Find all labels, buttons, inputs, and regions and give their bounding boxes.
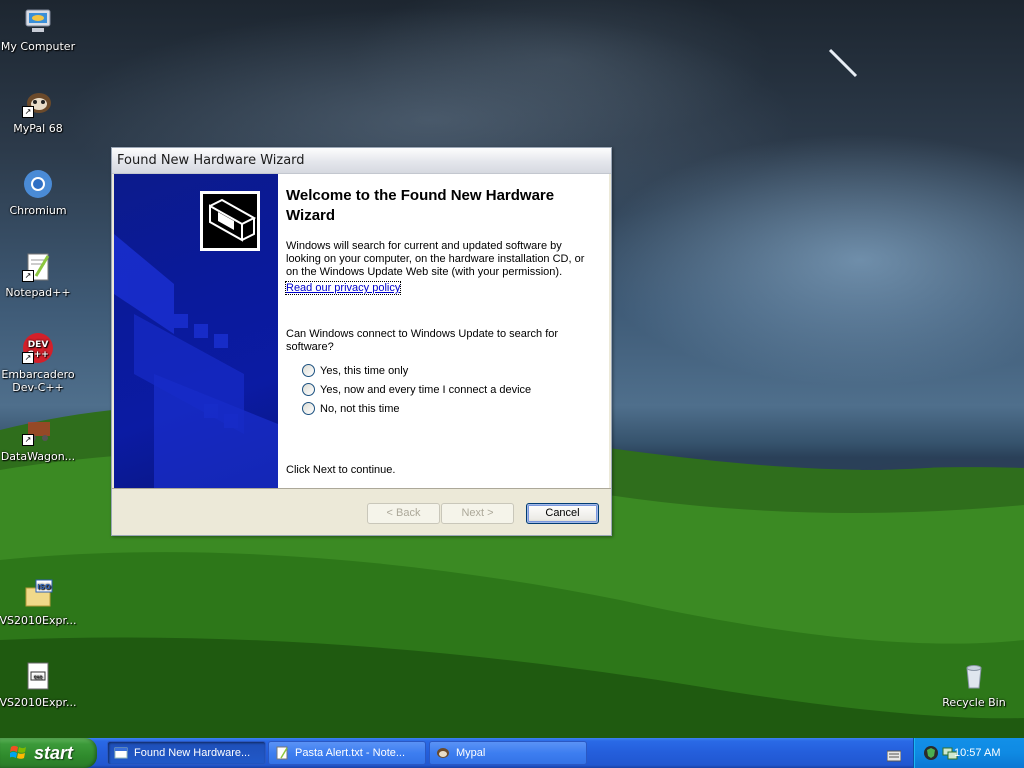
desktop-icon-my-computer[interactable]: My Computer (0, 4, 78, 53)
datawagon-icon: ↗ (22, 414, 54, 446)
radio-button[interactable] (302, 382, 315, 396)
wizard-banner-art (114, 191, 278, 488)
shortcut-arrow-icon: ↗ (22, 352, 34, 364)
notepad-plus-plus-icon: ↗ (22, 250, 54, 282)
shortcut-arrow-icon: ↗ (22, 270, 34, 282)
desktop-icon-dev-cpp[interactable]: DEV C++ ↗ Embarcadero Dev-C++ (0, 332, 78, 394)
wizard-question-text: Can Windows connect to Windows Update to… (286, 328, 559, 353)
chromium-icon (22, 168, 54, 200)
radio-label: No, not this time (320, 403, 400, 415)
wizard-content: Welcome to the Found New Hardware Wizard… (284, 174, 602, 488)
wizard-intro-text: Windows will search for current and upda… (286, 240, 585, 278)
back-button[interactable]: < Back (367, 503, 440, 524)
recycle-bin-icon (958, 660, 990, 692)
desktop-icon-label: VS2010Expr... (0, 614, 77, 627)
wizard-heading: Welcome to the Found New Hardware Wizard (286, 187, 555, 224)
option-yes-every-time[interactable]: Yes, now and every time I connect a devi… (302, 382, 531, 398)
windows-flag-icon (10, 745, 26, 759)
hardware-wizard-icon (200, 191, 260, 251)
desktop-icon-notepad-plus-plus[interactable]: ↗ Notepad++ (0, 250, 78, 299)
shortcut-arrow-icon: ↗ (22, 434, 34, 446)
wizard-divider (112, 488, 611, 489)
desktop-icon-label: Notepad++ (5, 286, 71, 299)
taskbar-item-notepad[interactable]: Pasta Alert.txt - Note... (268, 741, 426, 765)
taskbar-item-label: Mypal (456, 747, 486, 759)
desktop-icon-label: VS2010Expr... (0, 696, 77, 709)
privacy-policy-link[interactable]: Read our privacy policy (284, 281, 402, 295)
taskbar-item-hardware-wizard[interactable]: Found New Hardware... (107, 741, 266, 765)
mypal-icon: ↗ (22, 86, 54, 118)
radio-label: Yes, this time only (320, 365, 409, 377)
notepad-icon (276, 746, 288, 760)
taskbar-item-label: Found New Hardware... (134, 747, 251, 759)
option-yes-this-time[interactable]: Yes, this time only (302, 363, 408, 379)
taskbar: start Found New Hardware... Pasta Alert.… (0, 738, 1024, 768)
desktop-icon-mypal[interactable]: ↗ MyPal 68 (0, 86, 78, 135)
desktop-icon-label: MyPal 68 (13, 122, 63, 135)
wizard-title-bar[interactable]: Found New Hardware Wizard (112, 148, 611, 174)
wizard-body: Welcome to the Found New Hardware Wizard… (114, 174, 609, 488)
svg-text:DEV: DEV (28, 340, 49, 350)
mouse-cursor (828, 48, 858, 78)
iso-file-icon: ISO (22, 578, 54, 610)
mypal-icon (437, 748, 449, 758)
my-computer-icon (22, 4, 54, 36)
desktop: My Computer ↗ MyPal 68 Chromium ↗ Notepa… (0, 0, 1024, 738)
shortcut-arrow-icon: ↗ (22, 106, 34, 118)
dev-cpp-icon: DEV C++ ↗ (22, 332, 54, 364)
svg-text:exe: exe (34, 675, 43, 681)
taskbar-item-label: Pasta Alert.txt - Note... (295, 747, 406, 759)
desktop-icon-label: Chromium (9, 204, 67, 217)
taskbar-item-mypal[interactable]: Mypal (429, 741, 587, 765)
option-no-not-this-time[interactable]: No, not this time (302, 401, 399, 417)
start-button[interactable]: start (0, 738, 97, 768)
security-shield-icon[interactable] (923, 745, 939, 761)
desktop-icon-label: DataWagon... (0, 450, 76, 463)
clock[interactable]: 10:57 AM (954, 738, 1000, 768)
exe-file-icon: exe (22, 660, 54, 692)
start-label: start (34, 743, 74, 763)
svg-text:ISO: ISO (37, 583, 51, 591)
radio-label: Yes, now and every time I connect a devi… (320, 384, 532, 396)
desktop-icon-chromium[interactable]: Chromium (0, 168, 78, 217)
window-icon (114, 747, 128, 759)
radio-button[interactable] (302, 363, 315, 377)
cancel-button[interactable]: Cancel (526, 503, 599, 524)
desktop-icon-label: Embarcadero Dev-C++ (1, 368, 75, 394)
keyboard-icon[interactable] (886, 747, 902, 762)
wizard-side-banner (114, 174, 278, 488)
desktop-icon-vs2010-iso[interactable]: ISO VS2010Expr... (0, 578, 78, 627)
desktop-icon-datawagon[interactable]: ↗ DataWagon... (0, 414, 78, 463)
wizard-continue-text: Click Next to continue. (286, 464, 396, 476)
radio-button[interactable] (302, 401, 315, 415)
next-button[interactable]: Next > (441, 503, 514, 524)
wizard-title: Found New Hardware Wizard (117, 153, 305, 168)
desktop-icon-label: My Computer (0, 40, 76, 53)
found-new-hardware-wizard-window: Found New Hardware Wizard Welcome to the… (111, 147, 612, 536)
desktop-icon-vs2010-exe[interactable]: exe VS2010Expr... (0, 660, 78, 709)
desktop-icon-recycle-bin[interactable]: Recycle Bin (934, 660, 1014, 709)
desktop-icon-label: Recycle Bin (942, 696, 1006, 709)
